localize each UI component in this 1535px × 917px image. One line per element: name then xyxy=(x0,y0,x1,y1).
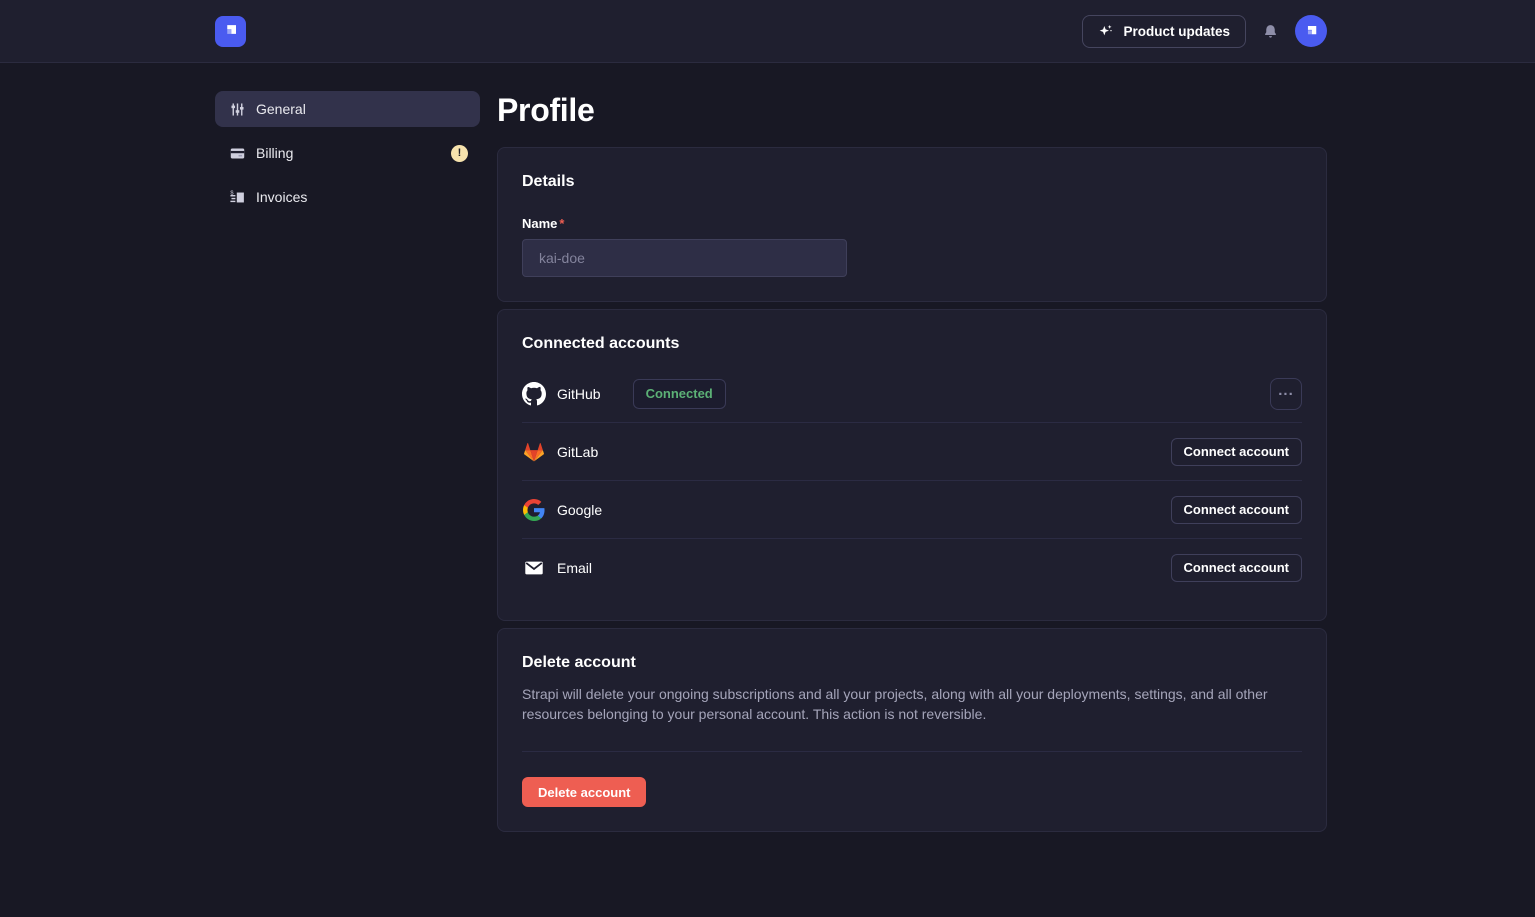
app-header: Product updates xyxy=(0,0,1535,63)
google-icon xyxy=(522,498,546,522)
delete-account-description: Strapi will delete your ongoing subscrip… xyxy=(522,684,1302,724)
provider-name: Google xyxy=(557,502,602,518)
invoice-icon: $ xyxy=(229,189,246,206)
sidebar-item-label: Invoices xyxy=(256,189,307,205)
sidebar-item-general[interactable]: General xyxy=(215,91,480,127)
sidebar-item-invoices[interactable]: $ Invoices xyxy=(215,179,480,215)
page-title: Profile xyxy=(497,91,1327,129)
profile-page: Profile Details Name* Connected accounts… xyxy=(497,91,1327,839)
name-input[interactable] xyxy=(522,239,847,277)
billing-warning-badge: ! xyxy=(451,145,468,162)
user-avatar[interactable] xyxy=(1295,15,1327,47)
divider xyxy=(522,751,1302,752)
sidebar-item-label: Billing xyxy=(256,145,293,161)
sliders-icon xyxy=(229,101,246,118)
strapi-logo-icon xyxy=(221,21,241,41)
provider-row-github: GitHub Connected ... xyxy=(522,365,1302,422)
product-updates-label: Product updates xyxy=(1123,24,1230,39)
settings-sidebar: General Billing ! xyxy=(215,91,480,839)
delete-account-heading: Delete account xyxy=(522,653,1302,672)
avatar-strapi-icon xyxy=(1302,22,1321,41)
sidebar-item-billing[interactable]: Billing ! xyxy=(215,135,480,171)
gitlab-icon xyxy=(522,440,546,464)
gitlab-connect-button[interactable]: Connect account xyxy=(1171,438,1302,466)
name-label-text: Name xyxy=(522,216,557,231)
notifications-bell-icon[interactable] xyxy=(1262,23,1279,40)
provider-row-email: Email Connect account xyxy=(522,538,1302,596)
provider-name: GitLab xyxy=(557,444,598,460)
strapi-logo[interactable] xyxy=(215,16,246,47)
delete-account-button[interactable]: Delete account xyxy=(522,777,646,807)
github-more-button[interactable]: ... xyxy=(1270,378,1302,410)
provider-row-google: Google Connect account xyxy=(522,480,1302,538)
credit-card-icon xyxy=(229,145,246,162)
google-connect-button[interactable]: Connect account xyxy=(1171,496,1302,524)
delete-account-card: Delete account Strapi will delete your o… xyxy=(497,628,1327,832)
email-connect-button[interactable]: Connect account xyxy=(1171,554,1302,582)
email-icon xyxy=(522,556,546,580)
connected-accounts-heading: Connected accounts xyxy=(522,334,1302,353)
product-updates-button[interactable]: Product updates xyxy=(1082,15,1246,48)
name-field: Name* xyxy=(522,216,1302,277)
provider-row-gitlab: GitLab Connect account xyxy=(522,422,1302,480)
name-label: Name* xyxy=(522,216,1302,232)
provider-name: GitHub xyxy=(557,386,601,402)
sidebar-item-label: General xyxy=(256,101,306,117)
provider-name: Email xyxy=(557,560,592,576)
connected-accounts-card: Connected accounts GitHub Connected ... xyxy=(497,309,1327,621)
github-icon xyxy=(522,382,546,406)
connected-status-badge: Connected xyxy=(633,379,726,409)
required-asterisk: * xyxy=(559,216,564,231)
sparkle-icon xyxy=(1098,23,1114,39)
details-card: Details Name* xyxy=(497,147,1327,302)
details-heading: Details xyxy=(522,172,1302,191)
